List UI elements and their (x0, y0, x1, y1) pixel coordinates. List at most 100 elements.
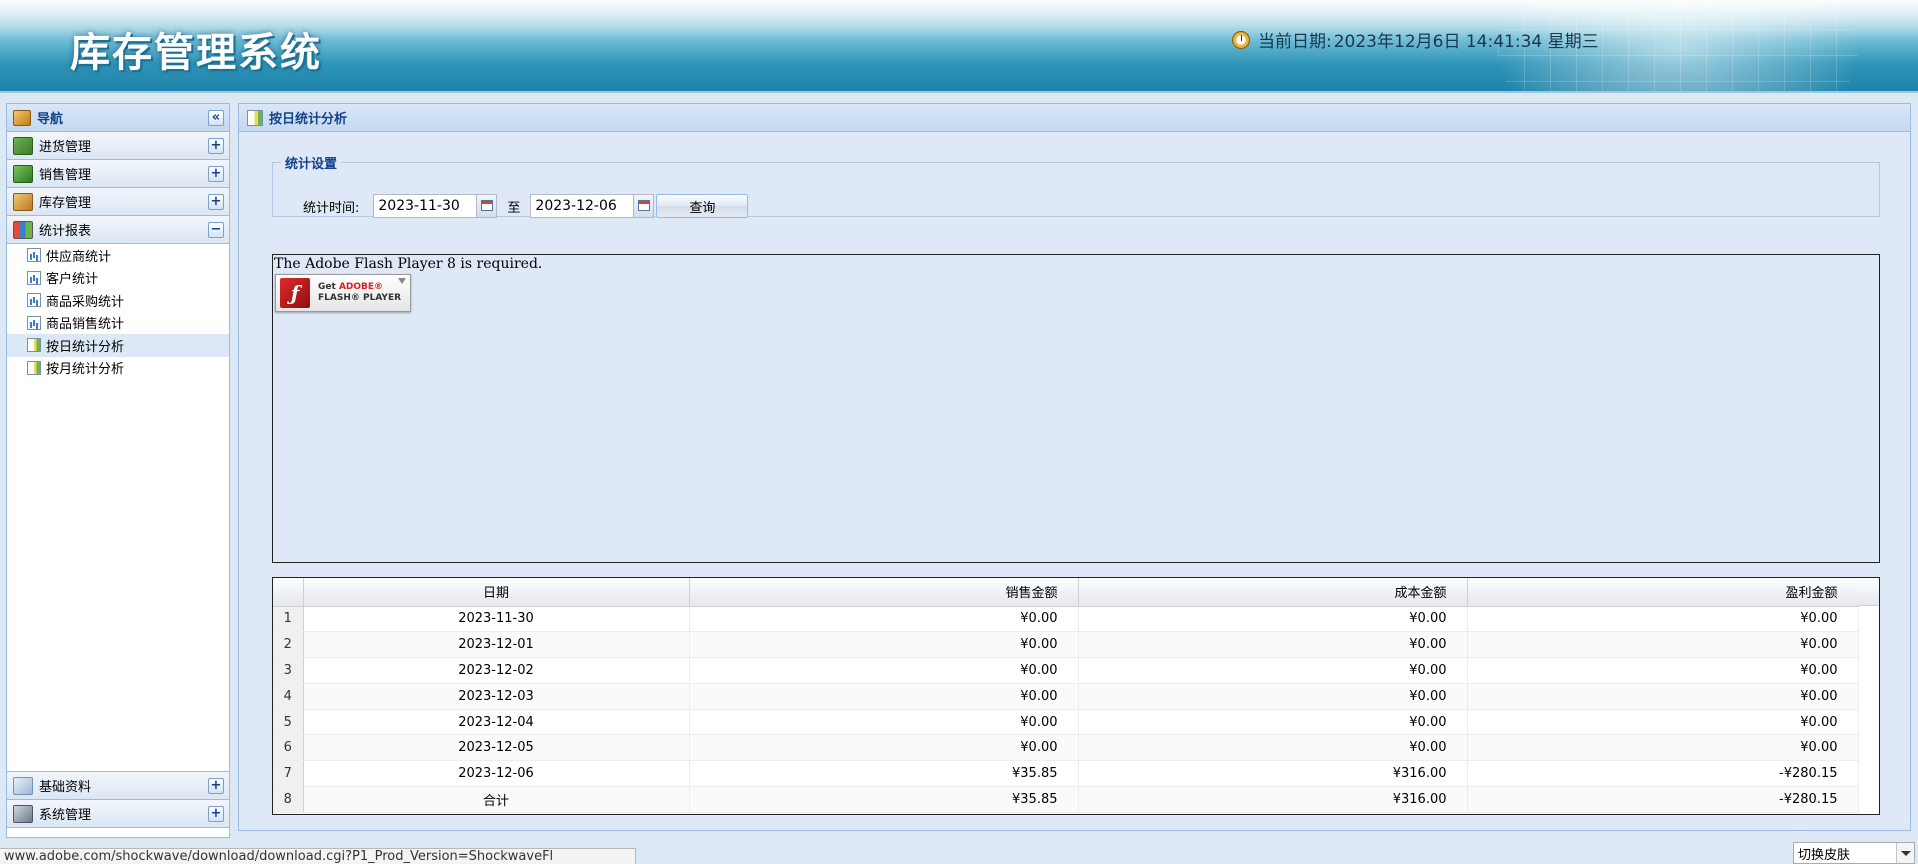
sales-icon (13, 164, 33, 183)
cell-sales: ¥0.00 (689, 709, 1079, 736)
expand-icon[interactable]: + (208, 138, 224, 154)
cell-sales: ¥35.85 (689, 760, 1079, 788)
nav-category-basic-data[interactable]: 基础资料 + (7, 772, 229, 800)
nav-category-label: 销售管理 (39, 168, 92, 183)
collapse-sidebar-button[interactable]: « (208, 110, 224, 126)
cell-cost: ¥0.00 (1078, 657, 1468, 684)
nav-category-inventory[interactable]: 库存管理 + (7, 188, 229, 216)
end-date-field[interactable]: 2023-12-06 (530, 194, 655, 218)
cell-sales: ¥0.00 (689, 606, 1079, 633)
column-header-profit[interactable]: 盈利金额 (1467, 578, 1859, 607)
column-header-cost[interactable]: 成本金额 (1078, 578, 1468, 607)
row-number: 1 (273, 606, 304, 633)
table-row[interactable]: 4 2023-12-03 ¥0.00 ¥0.00 ¥0.00 (273, 683, 1859, 710)
cell-date: 2023-11-30 (303, 606, 690, 633)
sidebar-title: 导航 (37, 112, 64, 127)
table-row[interactable]: 7 2023-12-06 ¥35.85 ¥316.00 -¥280.15 (273, 760, 1859, 788)
nav-category-purchase[interactable]: 进货管理 + (7, 132, 229, 160)
cell-sales: ¥0.00 (689, 657, 1079, 684)
cell-cost: ¥0.00 (1078, 683, 1468, 710)
report-chart-icon (27, 293, 41, 308)
skin-select-value: 切换皮肤 (1798, 847, 1851, 863)
cell-date: 2023-12-01 (303, 631, 690, 659)
table-row[interactable]: 3 2023-12-02 ¥0.00 ¥0.00 ¥0.00 (273, 657, 1859, 684)
app-title: 库存管理系统 (70, 30, 322, 76)
skin-switch-select[interactable]: 切换皮肤 (1793, 842, 1915, 864)
nav-category-system[interactable]: 系统管理 + (7, 800, 229, 828)
cell-date: 2023-12-05 (303, 734, 690, 762)
cell-profit: ¥0.00 (1467, 734, 1859, 762)
table-row[interactable]: 5 2023-12-04 ¥0.00 ¥0.00 ¥0.00 (273, 709, 1859, 736)
expand-icon[interactable]: + (208, 194, 224, 210)
chevron-down-icon[interactable] (1896, 843, 1914, 863)
column-header-sales[interactable]: 销售金额 (689, 578, 1079, 607)
analysis-chart-icon (27, 360, 41, 375)
page-title: 按日统计分析 (269, 112, 348, 127)
document-icon (13, 776, 33, 795)
calendar-icon[interactable] (476, 195, 497, 217)
table-row[interactable]: 2 2023-12-01 ¥0.00 ¥0.00 ¥0.00 (273, 631, 1859, 659)
time-label: 统计时间: (303, 200, 360, 216)
to-label: 至 (507, 200, 521, 216)
cell-profit: ¥0.00 (1467, 709, 1859, 736)
table-header-row: 日期 销售金额 成本金额 盈利金额 (273, 578, 1859, 607)
nav-category-reports[interactable]: 统计报表 − (7, 216, 229, 244)
collapse-icon[interactable]: − (208, 222, 224, 238)
analysis-chart-icon (27, 338, 41, 353)
table-row[interactable]: 1 2023-11-30 ¥0.00 ¥0.00 ¥0.00 (273, 606, 1859, 633)
row-number: 5 (273, 709, 304, 736)
sidebar-item-daily-analysis[interactable]: 按日统计分析 (7, 334, 229, 357)
settings-legend: 统计设置 (285, 157, 338, 172)
end-date-value: 2023-12-06 (535, 198, 617, 214)
cell-profit: ¥0.00 (1467, 657, 1859, 684)
expand-icon[interactable]: + (208, 778, 224, 794)
analysis-chart-icon (247, 109, 263, 126)
start-date-value: 2023-11-30 (378, 198, 460, 214)
sidebar-item-label: 客户统计 (46, 272, 99, 288)
cell-profit: ¥0.00 (1467, 683, 1859, 710)
start-date-field[interactable]: 2023-11-30 (373, 194, 498, 218)
nav-category-sales[interactable]: 销售管理 + (7, 160, 229, 188)
settings-fieldset: 统计设置 统计时间: 2023-11-30 至 2023-12-06 查询 (272, 153, 1880, 218)
sidebar-item-supplier-stats[interactable]: 供应商统计 (7, 244, 229, 267)
report-sub-menu: 供应商统计 客户统计 商品采购统计 商品销售统计 按日统计分析 按月统计分析 (7, 244, 229, 772)
cell-sales: ¥35.85 (689, 786, 1079, 813)
status-bar: www.adobe.com/shockwave/download/downloa… (0, 840, 1918, 864)
cell-date: 2023-12-02 (303, 657, 690, 684)
cell-date: 2023-12-03 (303, 683, 690, 710)
current-date: 当前日期: 2023年12月6日 14:41:34 星期三 (1232, 27, 1599, 52)
report-chart-icon (27, 248, 41, 263)
flash-required-message: The Adobe Flash Player 8 is required. (274, 256, 543, 272)
cell-profit: -¥280.15 (1467, 786, 1859, 813)
report-chart-icon (27, 270, 41, 285)
column-header-date[interactable]: 日期 (303, 578, 690, 607)
sidebar-item-label: 商品采购统计 (46, 294, 125, 310)
cell-profit: ¥0.00 (1467, 606, 1859, 633)
main-panel-header: 按日统计分析 (239, 104, 1910, 132)
sidebar-header: 导航 « (7, 104, 229, 132)
table-row[interactable]: 6 2023-12-05 ¥0.00 ¥0.00 ¥0.00 (273, 734, 1859, 762)
nav-category-label: 系统管理 (39, 808, 92, 823)
calendar-icon[interactable] (633, 195, 654, 217)
cell-cost: ¥316.00 (1078, 786, 1468, 813)
sidebar-item-purchase-stats[interactable]: 商品采购统计 (7, 289, 229, 312)
row-number: 8 (273, 786, 304, 813)
nav-category-label: 基础资料 (39, 780, 92, 795)
table-row-total[interactable]: 8 合计 ¥35.85 ¥316.00 -¥280.15 (273, 786, 1859, 813)
box-icon (13, 192, 33, 211)
query-button[interactable]: 查询 (656, 194, 749, 218)
nav-category-label: 进货管理 (39, 140, 92, 155)
cell-cost: ¥0.00 (1078, 606, 1468, 633)
get-flash-player-button[interactable]: ƒ Get ADOBE® FLASH® PLAYER (275, 274, 411, 312)
row-number: 3 (273, 657, 304, 684)
sidebar-item-monthly-analysis[interactable]: 按月统计分析 (7, 357, 229, 380)
date-range-row: 统计时间: 2023-11-30 至 2023-12-06 查询 (303, 194, 749, 218)
cell-profit: -¥280.15 (1467, 760, 1859, 788)
cell-cost: ¥0.00 (1078, 631, 1468, 659)
expand-icon[interactable]: + (208, 806, 224, 822)
alarm-clock-icon (1232, 30, 1250, 49)
sidebar-item-customer-stats[interactable]: 客户统计 (7, 267, 229, 290)
sidebar-item-sales-stats[interactable]: 商品销售统计 (7, 312, 229, 335)
expand-icon[interactable]: + (208, 166, 224, 182)
cell-profit: ¥0.00 (1467, 631, 1859, 659)
